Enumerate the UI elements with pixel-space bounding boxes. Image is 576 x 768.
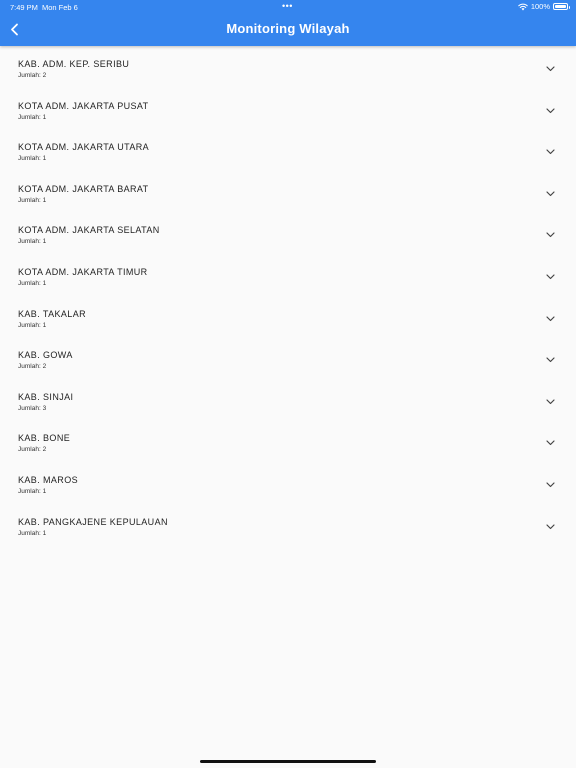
status-date: Mon Feb 6	[42, 3, 78, 12]
region-count: Jumlah: 1	[18, 321, 47, 329]
home-indicator[interactable]	[200, 760, 376, 763]
region-count: Jumlah: 3	[18, 404, 47, 412]
status-time: 7:49 PM	[10, 3, 38, 12]
region-count: Jumlah: 2	[18, 72, 47, 79]
wifi-icon	[518, 3, 528, 10]
region-name: KAB. TAKALAR	[18, 308, 86, 319]
chevron-down-icon[interactable]	[546, 440, 555, 446]
region-count: Jumlah: 1	[18, 487, 47, 495]
region-name: KAB. ADM. KEP. SERIBU	[18, 59, 130, 69]
chevron-down-icon[interactable]	[546, 482, 555, 488]
chevron-down-icon[interactable]	[546, 191, 555, 197]
list-item[interactable]: KAB. TAKALAR Jumlah: 1	[0, 296, 576, 338]
region-count: Jumlah: 2	[18, 363, 47, 371]
region-count: Jumlah: 1	[18, 238, 47, 246]
chevron-down-icon[interactable]	[546, 66, 555, 72]
list-item[interactable]: KAB. BONE Jumlah: 2	[0, 420, 576, 462]
region-name: KAB. GOWA	[18, 350, 73, 361]
list-item[interactable]: KAB. MAROS Jumlah: 1	[0, 462, 576, 504]
list-item[interactable]: KAB. ADM. KEP. SERIBU Jumlah: 2	[0, 46, 576, 88]
multitasking-dots[interactable]: •••	[282, 1, 293, 11]
region-name: KOTA ADM. JAKARTA SELATAN	[18, 225, 160, 236]
list-item[interactable]: KOTA ADM. JAKARTA BARAT Jumlah: 1	[0, 171, 576, 213]
region-count: Jumlah: 1	[18, 196, 47, 204]
list-item[interactable]: KAB. GOWA Jumlah: 2	[0, 337, 576, 379]
region-count: Jumlah: 2	[18, 446, 47, 454]
region-name: KAB. BONE	[18, 433, 71, 444]
chevron-down-icon[interactable]	[546, 357, 555, 363]
region-count: Jumlah: 1	[18, 113, 47, 121]
region-name: KOTA ADM. JAKARTA PUSAT	[18, 100, 149, 111]
list-item[interactable]: KAB. SINJAI Jumlah: 3	[0, 379, 576, 421]
chevron-down-icon[interactable]	[546, 315, 555, 322]
battery-percentage: 100%	[530, 2, 550, 11]
region-name: KOTA ADM. JAKARTA BARAT	[18, 183, 149, 194]
app-header: 7:49 PM Mon Feb 6 ••• 100% Monitoring Wi…	[0, 0, 576, 46]
chevron-down-icon[interactable]	[546, 274, 555, 280]
region-list: KAB. ADM. KEP. SERIBU Jumlah: 2 KOTA ADM. …	[0, 46, 576, 545]
region-name: KAB. SINJAI	[18, 391, 74, 402]
list-item[interactable]: KOTA ADM. JAKARTA SELATAN Jumlah: 1	[0, 212, 576, 254]
list-item[interactable]: KOTA ADM. JAKARTA UTARA Jumlah: 1	[0, 129, 576, 171]
chevron-down-icon[interactable]	[546, 107, 555, 114]
chevron-down-icon[interactable]	[546, 399, 555, 405]
chevron-down-icon[interactable]	[546, 149, 555, 155]
chevron-down-icon[interactable]	[546, 523, 555, 530]
list-item[interactable]: KAB. PANGKAJENE KEPULAUAN Jumlah: 1	[0, 504, 576, 546]
region-name: KOTA ADM. JAKARTA UTARA	[18, 142, 150, 153]
region-count: Jumlah: 1	[18, 279, 47, 287]
battery-icon	[553, 3, 570, 10]
region-count: Jumlah: 1	[18, 529, 47, 537]
list-item[interactable]: KOTA ADM. JAKARTA TIMUR Jumlah: 1	[0, 254, 576, 296]
region-name: KOTA ADM. JAKARTA TIMUR	[18, 266, 148, 277]
region-name: KAB. MAROS	[18, 474, 79, 485]
region-name: KAB. PANGKAJENE KEPULAUAN	[18, 516, 168, 527]
page-title: Monitoring Wilayah	[226, 21, 350, 36]
chevron-down-icon[interactable]	[546, 232, 555, 238]
status-indicators: 100%	[518, 2, 570, 11]
status-bar: 7:49 PM Mon Feb 6 ••• 100%	[0, 0, 576, 14]
region-count: Jumlah: 1	[18, 155, 47, 163]
list-item[interactable]: KOTA ADM. JAKARTA PUSAT Jumlah: 1	[0, 88, 576, 130]
